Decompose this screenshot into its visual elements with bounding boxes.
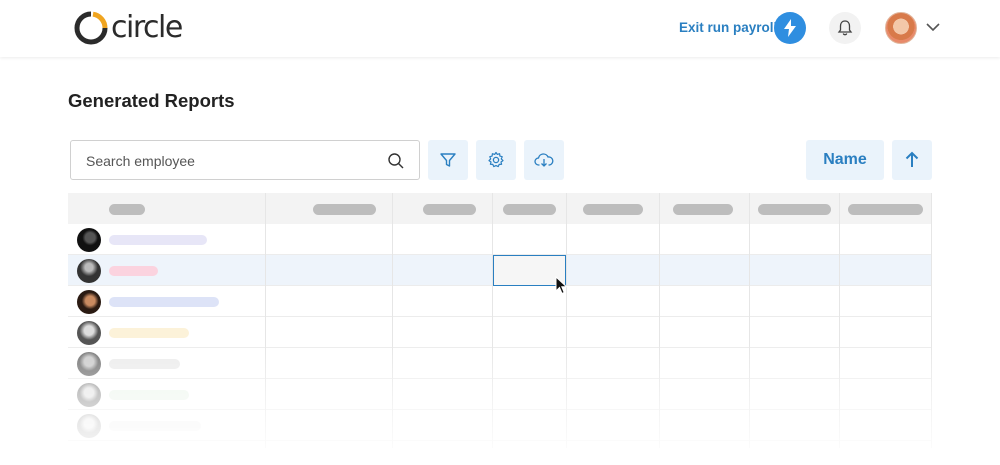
column-divider <box>839 193 840 448</box>
mouse-cursor-icon <box>555 276 568 295</box>
header-placeholder <box>109 204 145 215</box>
avatar <box>77 352 101 376</box>
header-placeholder <box>673 204 733 215</box>
reports-table <box>68 193 932 448</box>
exit-run-payroll-link[interactable]: Exit run payroll <box>679 20 777 35</box>
top-header: circle Exit run payroll <box>0 0 1000 57</box>
column-divider <box>931 193 932 448</box>
user-avatar[interactable] <box>885 12 917 44</box>
name-placeholder <box>109 266 158 276</box>
avatar <box>77 228 101 252</box>
gear-icon <box>488 151 504 168</box>
avatar <box>77 414 101 438</box>
column-divider <box>659 193 660 448</box>
table-row[interactable] <box>68 224 932 255</box>
bell-icon <box>837 20 853 36</box>
column-divider <box>265 193 266 448</box>
circle-logo[interactable]: circle <box>74 10 183 46</box>
header-placeholder <box>313 204 376 215</box>
name-placeholder <box>109 328 189 338</box>
table-row[interactable] <box>68 379 932 410</box>
filter-button[interactable] <box>428 140 468 180</box>
name-placeholder <box>109 359 180 369</box>
circle-logo-mark <box>74 11 108 45</box>
header-placeholder <box>583 204 643 215</box>
column-divider <box>492 193 493 448</box>
header-placeholder <box>848 204 923 215</box>
logo-text: circle <box>111 10 183 45</box>
avatar <box>77 383 101 407</box>
header-placeholder <box>758 204 831 215</box>
name-placeholder <box>109 421 201 431</box>
search-icon <box>388 153 404 169</box>
download-button[interactable] <box>524 140 564 180</box>
sort-direction-button[interactable] <box>892 140 932 180</box>
name-placeholder <box>109 390 189 400</box>
avatar <box>77 321 101 345</box>
page-title: Generated Reports <box>68 90 235 111</box>
table-row[interactable] <box>68 286 932 317</box>
arrow-up-icon <box>905 151 919 167</box>
name-placeholder <box>109 235 207 245</box>
table-row[interactable] <box>68 348 932 379</box>
name-placeholder <box>109 297 219 307</box>
cloud-download-icon <box>534 153 554 167</box>
notifications-button[interactable] <box>829 12 861 44</box>
header-placeholder <box>423 204 476 215</box>
avatar <box>77 259 101 283</box>
table-row[interactable] <box>68 410 932 441</box>
column-divider <box>566 193 567 448</box>
search-input[interactable]: Search employee <box>70 140 420 180</box>
bolt-button[interactable] <box>774 12 806 44</box>
table-row[interactable] <box>68 317 932 348</box>
bolt-icon <box>784 19 796 37</box>
table-header <box>68 193 932 224</box>
chevron-down-icon[interactable] <box>925 21 941 33</box>
sort-by-button[interactable]: Name <box>806 140 884 180</box>
column-divider <box>392 193 393 448</box>
header-placeholder <box>503 204 556 215</box>
avatar <box>77 290 101 314</box>
filter-icon <box>440 153 456 167</box>
column-divider <box>749 193 750 448</box>
search-placeholder: Search employee <box>86 153 195 169</box>
settings-button[interactable] <box>476 140 516 180</box>
